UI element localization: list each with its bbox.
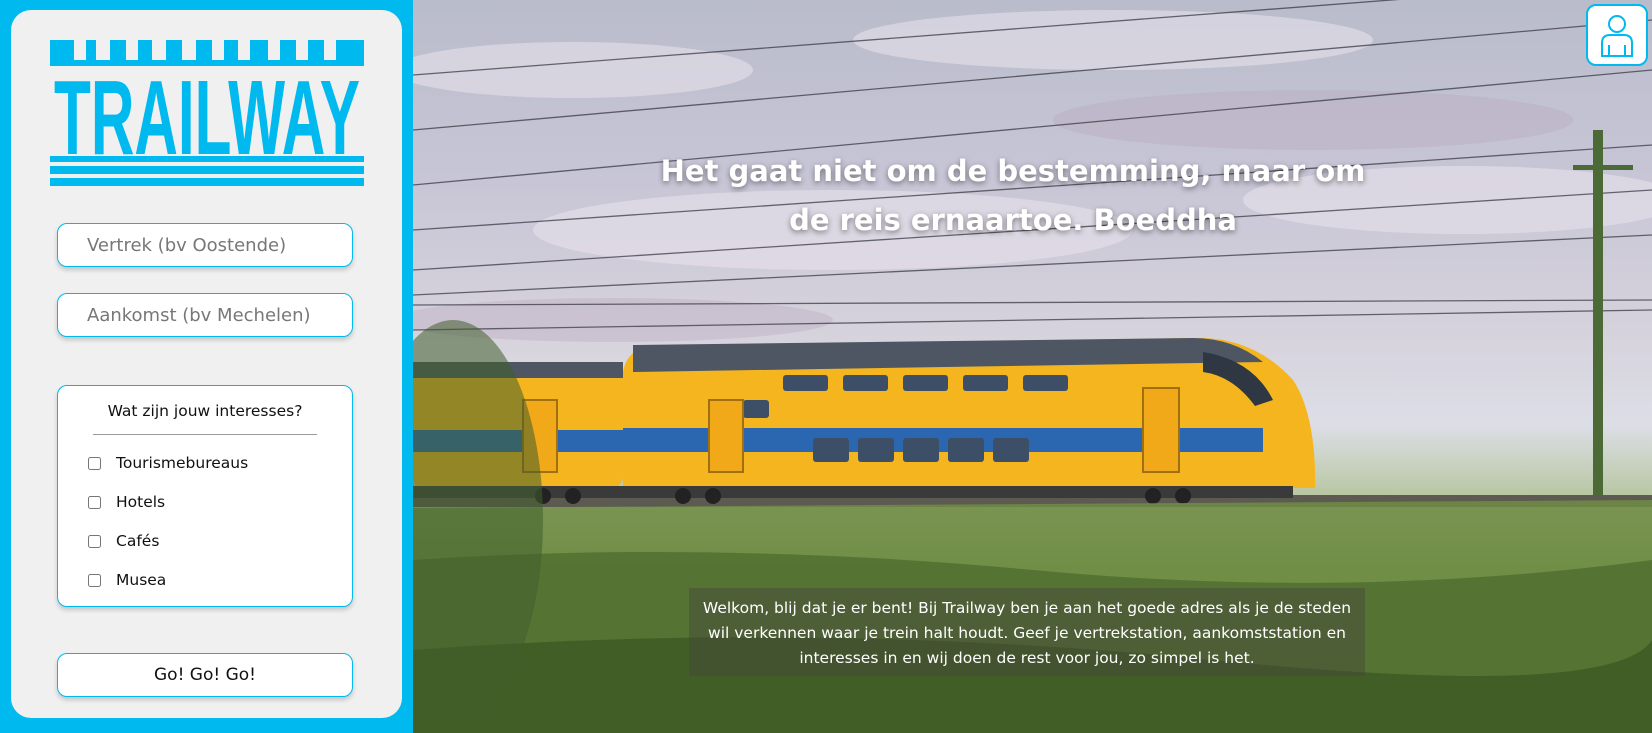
user-icon	[1601, 15, 1633, 57]
interest-option-hotels[interactable]: Hotels	[88, 492, 165, 512]
welcome-text: Welkom, blij dat je er bent! Bij Trailwa…	[689, 588, 1365, 676]
interests-divider	[93, 434, 317, 435]
go-button[interactable]: Go! Go! Go!	[57, 653, 353, 697]
departure-input[interactable]	[57, 223, 353, 267]
logo-text: TRAILWAY	[54, 59, 360, 177]
trailway-logo-graphic: TRAILWAY	[50, 40, 364, 186]
interest-option-tourismebureaus[interactable]: Tourismebureaus	[88, 453, 248, 473]
interest-label: Musea	[116, 571, 167, 589]
hero-quote: Het gaat niet om de bestemming, maar om …	[660, 154, 1366, 237]
trailway-logo: TRAILWAY	[50, 40, 364, 186]
arrival-input[interactable]	[57, 293, 353, 337]
profile-button[interactable]	[1586, 4, 1648, 66]
interest-option-cafes[interactable]: Cafés	[88, 531, 159, 551]
interest-label: Tourismebureaus	[116, 454, 249, 472]
checkbox-tourismebureaus[interactable]	[88, 456, 101, 470]
checkbox-musea[interactable]	[88, 573, 101, 587]
interests-panel: Wat zijn jouw interesses? Tourismebureau…	[57, 385, 353, 607]
checkbox-cafes[interactable]	[88, 534, 101, 548]
search-sidebar: TRAILWAY Wat zijn jouw interesses? Touri…	[11, 10, 402, 718]
interest-label: Cafés	[116, 532, 160, 550]
hero-section: Het gaat niet om de bestemming, maar om …	[413, 0, 1652, 733]
interest-option-musea[interactable]: Musea	[88, 570, 166, 590]
interests-title: Wat zijn jouw interesses?	[107, 402, 303, 420]
checkbox-hotels[interactable]	[88, 495, 101, 509]
interest-label: Hotels	[116, 493, 166, 511]
